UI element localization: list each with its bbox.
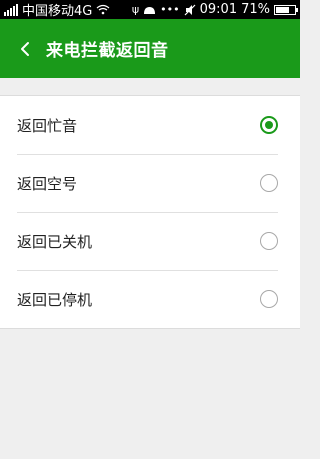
page-title: 来电拦截返回音 bbox=[46, 41, 169, 61]
mute-icon bbox=[184, 4, 196, 15]
option-empty-number[interactable]: 返回空号 bbox=[0, 154, 300, 212]
android-icon bbox=[144, 7, 156, 14]
option-label: 返回已停机 bbox=[17, 290, 93, 309]
option-label: 返回空号 bbox=[17, 174, 78, 193]
option-label: 返回忙音 bbox=[17, 116, 78, 135]
clock: 09:01 bbox=[199, 2, 238, 17]
radio-button[interactable] bbox=[260, 174, 278, 192]
battery-percent: 71% bbox=[241, 2, 270, 17]
status-bar: 中国移动4G ψ ••• 09:01 71% bbox=[0, 0, 300, 19]
usb-icon: ψ bbox=[131, 3, 140, 16]
carrier-label: 中国移动4G bbox=[22, 4, 93, 19]
option-label: 返回已关机 bbox=[17, 232, 93, 251]
wifi-icon bbox=[96, 4, 110, 15]
option-powered-off[interactable]: 返回已关机 bbox=[0, 212, 300, 270]
radio-button[interactable] bbox=[260, 232, 278, 250]
signal-icon bbox=[4, 3, 18, 16]
option-busy-tone[interactable]: 返回忙音 bbox=[0, 96, 300, 154]
radio-button[interactable] bbox=[260, 116, 278, 134]
back-icon[interactable] bbox=[14, 38, 36, 60]
return-tone-options: 返回忙音 返回空号 返回已关机 返回已停机 bbox=[0, 95, 300, 329]
app-bar: 来电拦截返回音 bbox=[0, 19, 300, 78]
battery-icon bbox=[274, 4, 298, 15]
option-suspended[interactable]: 返回已停机 bbox=[0, 270, 300, 328]
more-notifications-icon: ••• bbox=[160, 3, 180, 16]
radio-button[interactable] bbox=[260, 290, 278, 308]
